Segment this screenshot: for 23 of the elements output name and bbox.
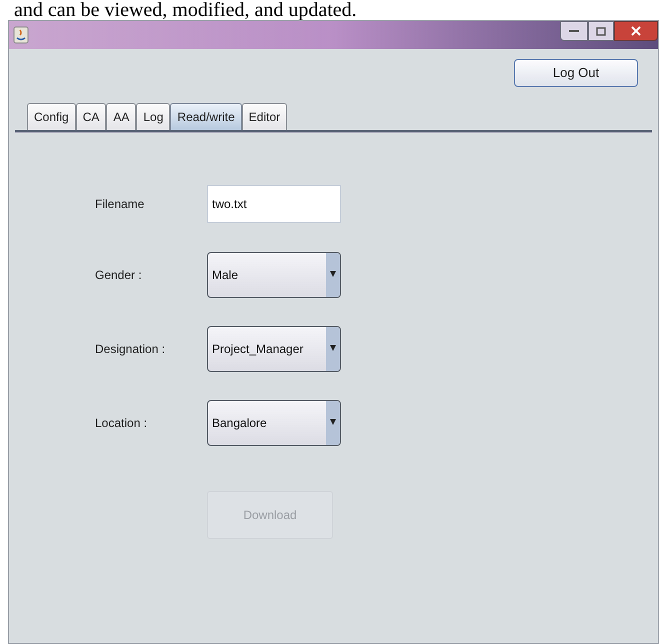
app-icon <box>13 26 29 44</box>
dropdown[interactable]: Project_Manager <box>207 326 341 372</box>
field-label: Location : <box>95 415 148 432</box>
tab[interactable]: Config <box>27 103 76 130</box>
minimize-button[interactable] <box>560 21 588 41</box>
field-label: Gender : <box>95 267 143 284</box>
tab[interactable]: CA <box>76 103 106 130</box>
caption-text: and can be viewed, modified, and updated. <box>13 0 358 20</box>
dropdown[interactable]: Male <box>207 252 341 298</box>
minimize-icon <box>569 29 579 33</box>
field-label: Filename <box>95 196 146 213</box>
tab[interactable]: Editor <box>242 103 288 130</box>
logout-button[interactable]: Log Out <box>514 59 638 87</box>
tab[interactable]: Read/write <box>170 103 242 130</box>
maximize-button[interactable] <box>588 21 614 41</box>
tab[interactable]: Log <box>136 103 170 130</box>
close-button[interactable] <box>614 21 658 41</box>
tab[interactable]: AA <box>106 103 136 130</box>
filename-field[interactable]: two.txt <box>207 185 341 223</box>
dropdown[interactable]: Bangalore <box>207 400 341 446</box>
field-label: Designation : <box>95 341 166 358</box>
close-icon <box>631 26 641 36</box>
maximize-icon <box>596 26 606 36</box>
